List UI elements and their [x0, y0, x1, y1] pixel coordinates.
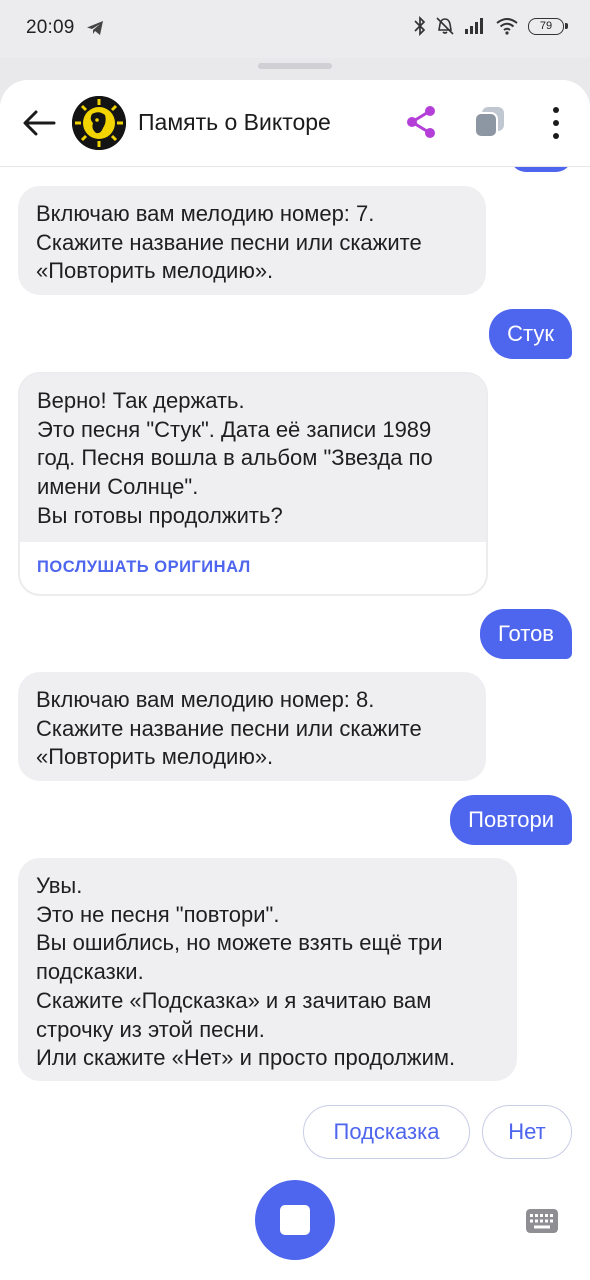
message-line: «Повторить мелодию». [36, 258, 274, 284]
message-line: Это не песня "повтори". [36, 901, 280, 927]
message-line: год. Песня вошла в альбом "Звезда по [37, 445, 433, 471]
message-line: Или скажите «Нет» и просто продолжим. [36, 1045, 456, 1071]
copy-icon[interactable] [472, 104, 508, 140]
chat-title: Память о Викторе [138, 109, 331, 135]
message-line: Включаю вам мелодию номер: 8. [36, 687, 375, 712]
keyboard-icon[interactable] [526, 1209, 558, 1233]
sheet-drag-handle[interactable] [258, 63, 332, 69]
mute-icon [436, 17, 454, 35]
signal-icon [465, 18, 483, 34]
message-line: «Повторить мелодию». [36, 744, 274, 770]
message-line: Скажите название песни или скажите [36, 715, 422, 741]
suggestion-hint-button[interactable]: Подсказка [303, 1105, 470, 1159]
status-bar: 20:09 79 [0, 0, 590, 58]
message-line: Верно! Так держать. [37, 388, 245, 413]
chat-feed[interactable]: Включаю вам мелодию номер: 7. Скажите на… [0, 80, 590, 1280]
wifi-icon [496, 18, 518, 35]
bot-message-card: Верно! Так держать. Это песня "Стук". Да… [18, 372, 488, 596]
bluetooth-icon [414, 16, 426, 36]
status-time: 20:09 [26, 17, 75, 38]
listen-original-button[interactable]: ПОСЛУШАТЬ ОРИГИНАЛ [20, 542, 486, 593]
message-line: подсказки. [36, 959, 144, 985]
more-vertical-icon[interactable] [546, 104, 566, 142]
share-icon[interactable] [404, 104, 438, 140]
message-line: Вы ошиблись, но можете взять ещё три [36, 930, 443, 956]
bot-message: Включаю вам мелодию номер: 7. Скажите на… [18, 186, 486, 295]
app-bar: Память о Викторе [0, 80, 590, 167]
avatar[interactable] [72, 96, 126, 150]
back-arrow-icon[interactable] [20, 104, 58, 142]
message-line: Скажите название песни или скажите [36, 229, 422, 255]
user-message: Готов [480, 609, 572, 659]
bot-message: Включаю вам мелодию номер: 8. Скажите на… [18, 672, 486, 781]
chat-sheet: Включаю вам мелодию номер: 7. Скажите на… [0, 80, 590, 1280]
message-line: имени Солнце". [37, 474, 199, 500]
stop-listening-icon [280, 1205, 310, 1235]
user-message: Повтори [450, 795, 572, 845]
message-line: Скажите «Подсказка» и я зачитаю вам [36, 987, 432, 1013]
message-line: Увы. [36, 873, 83, 898]
message-line: строчку из этой песни. [36, 1016, 265, 1042]
message-line: Вы готовы продолжить? [37, 502, 283, 528]
user-message: Стук [489, 309, 572, 359]
bot-message: Увы. Это не песня "повтори". Вы ошиблись… [18, 858, 517, 1081]
stop-listening-button[interactable] [255, 1180, 335, 1260]
telegram-icon [87, 21, 103, 35]
message-line: Включаю вам мелодию номер: 7. [36, 201, 375, 226]
card-text: Верно! Так держать. Это песня "Стук". Да… [20, 374, 486, 542]
message-line: Это песня "Стук". Дата её записи 1989 [37, 416, 432, 442]
status-icons: 79 [414, 16, 568, 36]
battery-icon: 79 [528, 17, 568, 35]
suggestion-no-button[interactable]: Нет [482, 1105, 572, 1159]
